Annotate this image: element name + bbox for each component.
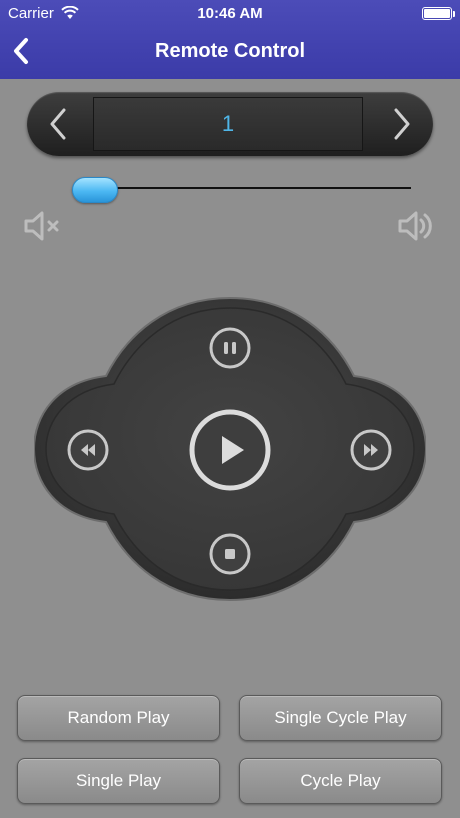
- next-icon[interactable]: [385, 107, 417, 141]
- random-play-button[interactable]: Random Play: [17, 695, 220, 741]
- control-pad: [34, 296, 426, 602]
- mute-icon[interactable]: [22, 208, 62, 244]
- single-play-button[interactable]: Single Play: [17, 758, 220, 804]
- volume-slider-thumb[interactable]: [72, 177, 119, 203]
- single-cycle-play-button[interactable]: Single Cycle Play: [239, 695, 442, 741]
- page-title: Remote Control: [155, 40, 305, 62]
- play-icon[interactable]: [188, 408, 272, 492]
- app-header: Carrier 10:46 AM Remote Control: [0, 0, 460, 79]
- stop-icon[interactable]: [208, 532, 252, 576]
- channel-display: 1: [93, 97, 363, 151]
- prev-icon[interactable]: [43, 107, 75, 141]
- battery-icon: [422, 7, 455, 20]
- clock: 10:46 AM: [197, 5, 263, 22]
- status-bar: Carrier 10:46 AM: [0, 0, 460, 28]
- rewind-icon[interactable]: [66, 428, 110, 472]
- cycle-play-button[interactable]: Cycle Play: [239, 758, 442, 804]
- channel-selector: 1: [27, 92, 433, 156]
- volume-slider-track[interactable]: [74, 187, 411, 189]
- fast-forward-icon[interactable]: [349, 428, 393, 472]
- volume-icon[interactable]: [397, 208, 437, 244]
- pause-icon[interactable]: [208, 326, 252, 370]
